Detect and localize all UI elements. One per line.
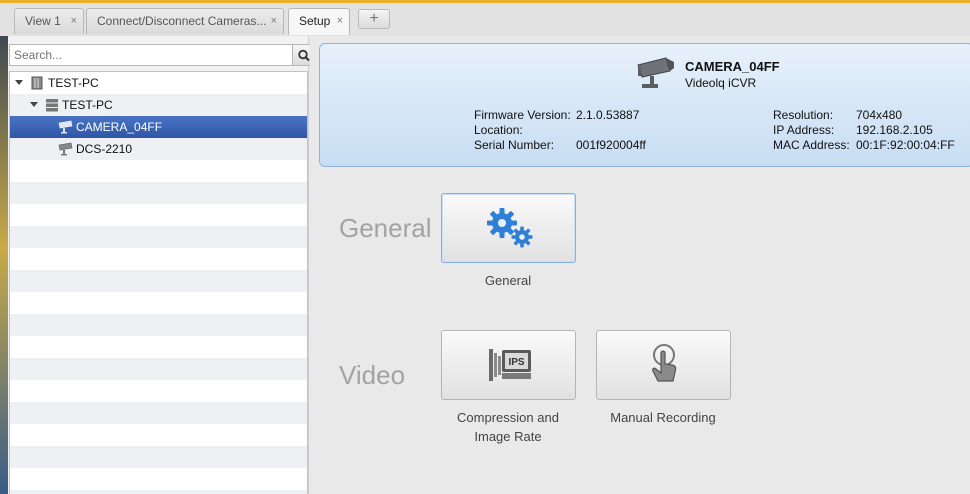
- firmware-version-value: 2.1.0.53887: [576, 108, 640, 122]
- tree-item-test-pc-server[interactable]: TEST-PC: [10, 94, 307, 116]
- tree-item-camera-04ff[interactable]: CAMERA_04FF: [10, 116, 307, 138]
- serial-number-label: Serial Number:: [474, 138, 555, 152]
- resolution-label: Resolution:: [773, 108, 834, 122]
- compression-label-line-1: Compression and: [457, 410, 559, 425]
- firmware-version-label: Firmware Version:: [474, 108, 571, 122]
- video-section-title: Video: [339, 360, 406, 390]
- search-input[interactable]: [10, 45, 292, 65]
- collapse-arrow-icon[interactable]: [30, 102, 38, 107]
- tree-item-label: TEST-PC: [48, 76, 99, 90]
- tree-item-label: DCS-2210: [76, 142, 133, 156]
- tab-label: Connect/Disconnect Cameras...: [97, 14, 267, 28]
- collapse-arrow-icon[interactable]: [15, 80, 23, 85]
- close-icon[interactable]: ×: [271, 9, 277, 34]
- setup-main-panel: CAMERA_04FF Videolq iCVR Firmware Versio…: [310, 36, 970, 494]
- compression-label-line-2: Image Rate: [474, 429, 542, 444]
- ips-text: IPS: [508, 357, 524, 368]
- tab-label: Setup: [299, 14, 331, 28]
- server-icon: [46, 99, 58, 112]
- tab-setup[interactable]: Setup ×: [288, 8, 350, 35]
- camera-model: Videolq iCVR: [685, 76, 757, 90]
- close-icon[interactable]: ×: [337, 9, 343, 34]
- tab-label: View 1: [25, 14, 61, 28]
- tree-empty-row: [10, 160, 307, 182]
- general-settings-button[interactable]: [441, 193, 576, 263]
- ips-film-icon: IPS: [489, 349, 531, 381]
- tree-empty-row: [10, 270, 307, 292]
- tree-empty-row: [10, 424, 307, 446]
- search-field: [9, 44, 293, 66]
- camera-info-panel: CAMERA_04FF Videolq iCVR Firmware Versio…: [319, 43, 970, 167]
- compression-image-rate-button[interactable]: IPS: [441, 330, 576, 400]
- tree-empty-row: [10, 204, 307, 226]
- tree-empty-row: [10, 446, 307, 468]
- camera-icon: [58, 120, 73, 134]
- tree-empty-row: [10, 380, 307, 402]
- record-touch-icon: [652, 344, 677, 382]
- tree-item-label: TEST-PC: [62, 98, 113, 112]
- mac-address-value: 00:1F:92:00:04:FF: [856, 138, 955, 152]
- camera-name: CAMERA_04FF: [685, 59, 780, 74]
- general-section-title: General: [339, 213, 432, 243]
- add-tab-button[interactable]: +: [358, 9, 390, 29]
- device-sidebar: TEST-PC TEST-PC CAMERA_04FF DCS-2210: [8, 36, 315, 494]
- ip-address-value: 192.168.2.105: [856, 123, 933, 137]
- tree-empty-row: [10, 226, 307, 248]
- tree-empty-row: [10, 336, 307, 358]
- general-button-label: General: [484, 273, 532, 288]
- tree-empty-row: [10, 314, 307, 336]
- manual-recording-button[interactable]: [596, 330, 731, 400]
- tree-item-dcs-2210[interactable]: DCS-2210: [10, 138, 307, 160]
- tree-empty-row: [10, 248, 307, 270]
- ip-address-label: IP Address:: [773, 123, 835, 137]
- manual-recording-label: Manual Recording: [610, 410, 716, 425]
- gears-icon: [487, 208, 533, 248]
- tab-connect-disconnect-cameras[interactable]: Connect/Disconnect Cameras... ×: [86, 8, 284, 34]
- close-icon[interactable]: ×: [71, 9, 77, 34]
- tree-empty-row: [10, 468, 307, 490]
- tree-item-test-pc[interactable]: TEST-PC: [10, 72, 307, 94]
- window-edge-strip: [0, 3, 8, 494]
- camera-icon: [58, 142, 73, 156]
- resolution-value: 704x480: [856, 108, 903, 122]
- camera-icon: [637, 57, 674, 88]
- computer-icon: [31, 76, 43, 90]
- compression-button-label: Compression and Image Rate: [428, 408, 588, 446]
- tree-empty-row: [10, 402, 307, 424]
- tree-empty-row: [10, 490, 307, 494]
- tree-empty-row: [10, 358, 307, 380]
- tree-empty-row: [10, 182, 307, 204]
- location-label: Location:: [474, 123, 523, 137]
- tab-view-1[interactable]: View 1 ×: [14, 8, 84, 34]
- tree-item-label: CAMERA_04FF: [76, 120, 163, 134]
- serial-number-value: 001f920004ff: [576, 138, 646, 152]
- mac-address-label: MAC Address:: [773, 138, 850, 152]
- device-tree: TEST-PC TEST-PC CAMERA_04FF DCS-2210: [9, 71, 308, 494]
- tree-empty-row: [10, 292, 307, 314]
- tab-bar: View 1 × Connect/Disconnect Cameras... ×…: [0, 0, 970, 36]
